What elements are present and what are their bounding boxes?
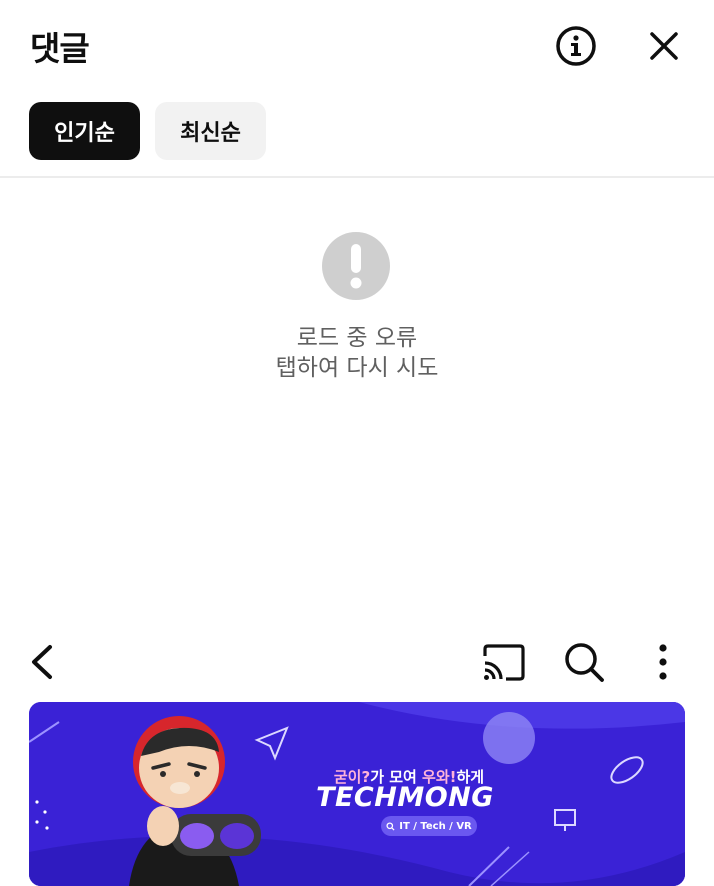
back-button[interactable] [24, 642, 64, 682]
banner-brand: TECHMONG [316, 782, 494, 813]
retry-hint: 탭하여 다시 시도 [275, 355, 439, 381]
page-title: 댓글 [30, 29, 90, 68]
sort-chip-bar: 인기순 최신순 [0, 102, 714, 164]
chip-popular[interactable]: 인기순 [29, 102, 140, 160]
player-top-bar [0, 632, 714, 692]
banner-search-pill: IT / Tech / VR [381, 816, 477, 836]
banner-pill-text: IT / Tech / VR [399, 820, 472, 832]
close-button[interactable] [644, 26, 684, 66]
channel-banner: 굳이?가 모여 우와!하게 TECHMONG IT / Tech / VR [29, 702, 685, 886]
chip-newest[interactable]: 최신순 [155, 102, 266, 160]
exclamation-circle-icon [322, 232, 390, 300]
info-button[interactable] [554, 24, 598, 68]
chevron-left-icon [32, 645, 52, 679]
cast-button[interactable] [480, 640, 526, 684]
search-button[interactable] [562, 640, 606, 684]
search-icon [386, 821, 395, 831]
error-message: 로드 중 오류 [296, 325, 418, 351]
comments-header: 댓글 [0, 0, 714, 92]
more-options-button[interactable] [648, 640, 678, 684]
close-icon [650, 32, 678, 60]
search-icon [565, 643, 604, 682]
info-circle-icon [556, 26, 596, 66]
error-retry-area[interactable]: 로드 중 오류 탭하여 다시 시도 [0, 178, 714, 618]
more-vertical-icon [659, 644, 667, 680]
cast-icon [483, 644, 525, 681]
